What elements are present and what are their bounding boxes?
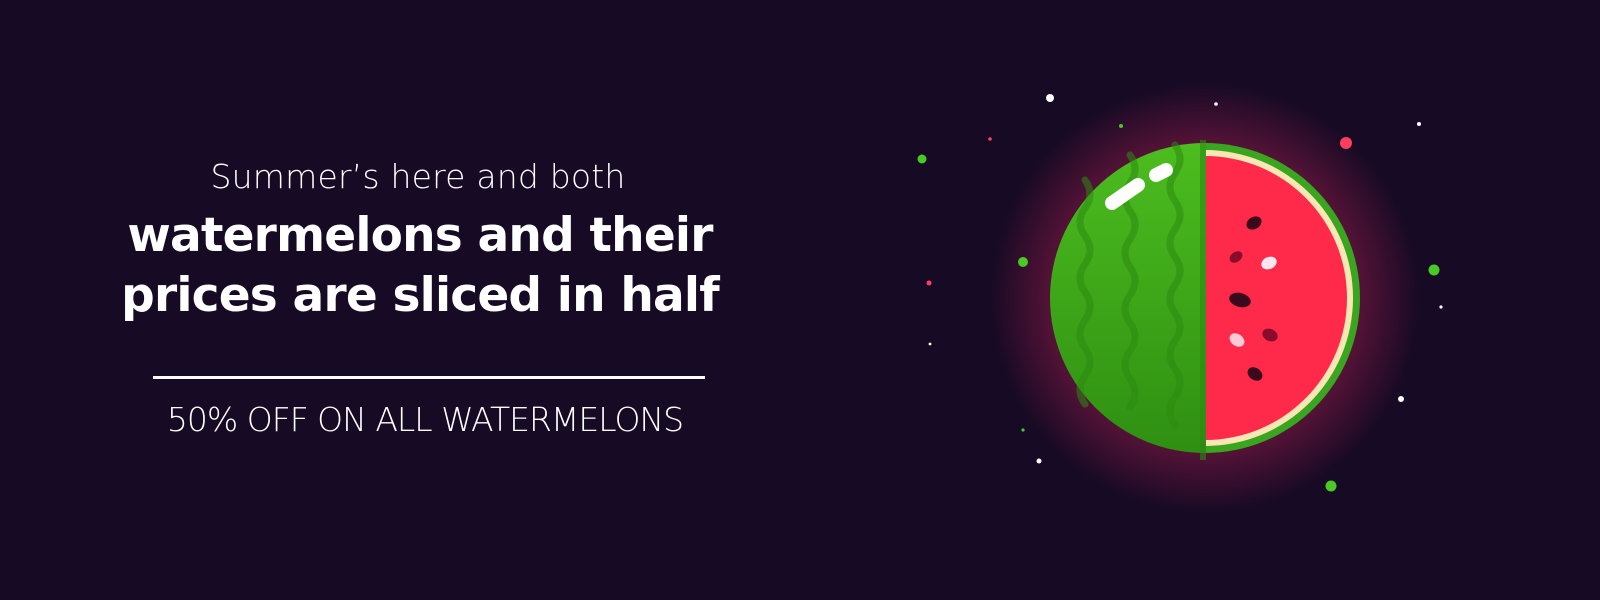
- promo-headline-line-1: watermelons and their: [127, 208, 713, 263]
- watermelon-half-icon: [990, 83, 1420, 513]
- promo-copy: Summer’s here and both watermelons and t…: [110, 150, 730, 328]
- divider-line: [153, 376, 705, 379]
- promo-intro-text: Summer’s here and both: [210, 157, 626, 196]
- promo-headline-line-2: prices are sliced in half: [121, 268, 720, 323]
- discount-offer-text: 50% OFF ON ALL WATERMELONS: [166, 400, 684, 439]
- watermelon-illustration: [917, 83, 1443, 513]
- shine-highlight: [1149, 163, 1173, 182]
- promo-banner: Summer’s here and both watermelons and t…: [0, 0, 1600, 600]
